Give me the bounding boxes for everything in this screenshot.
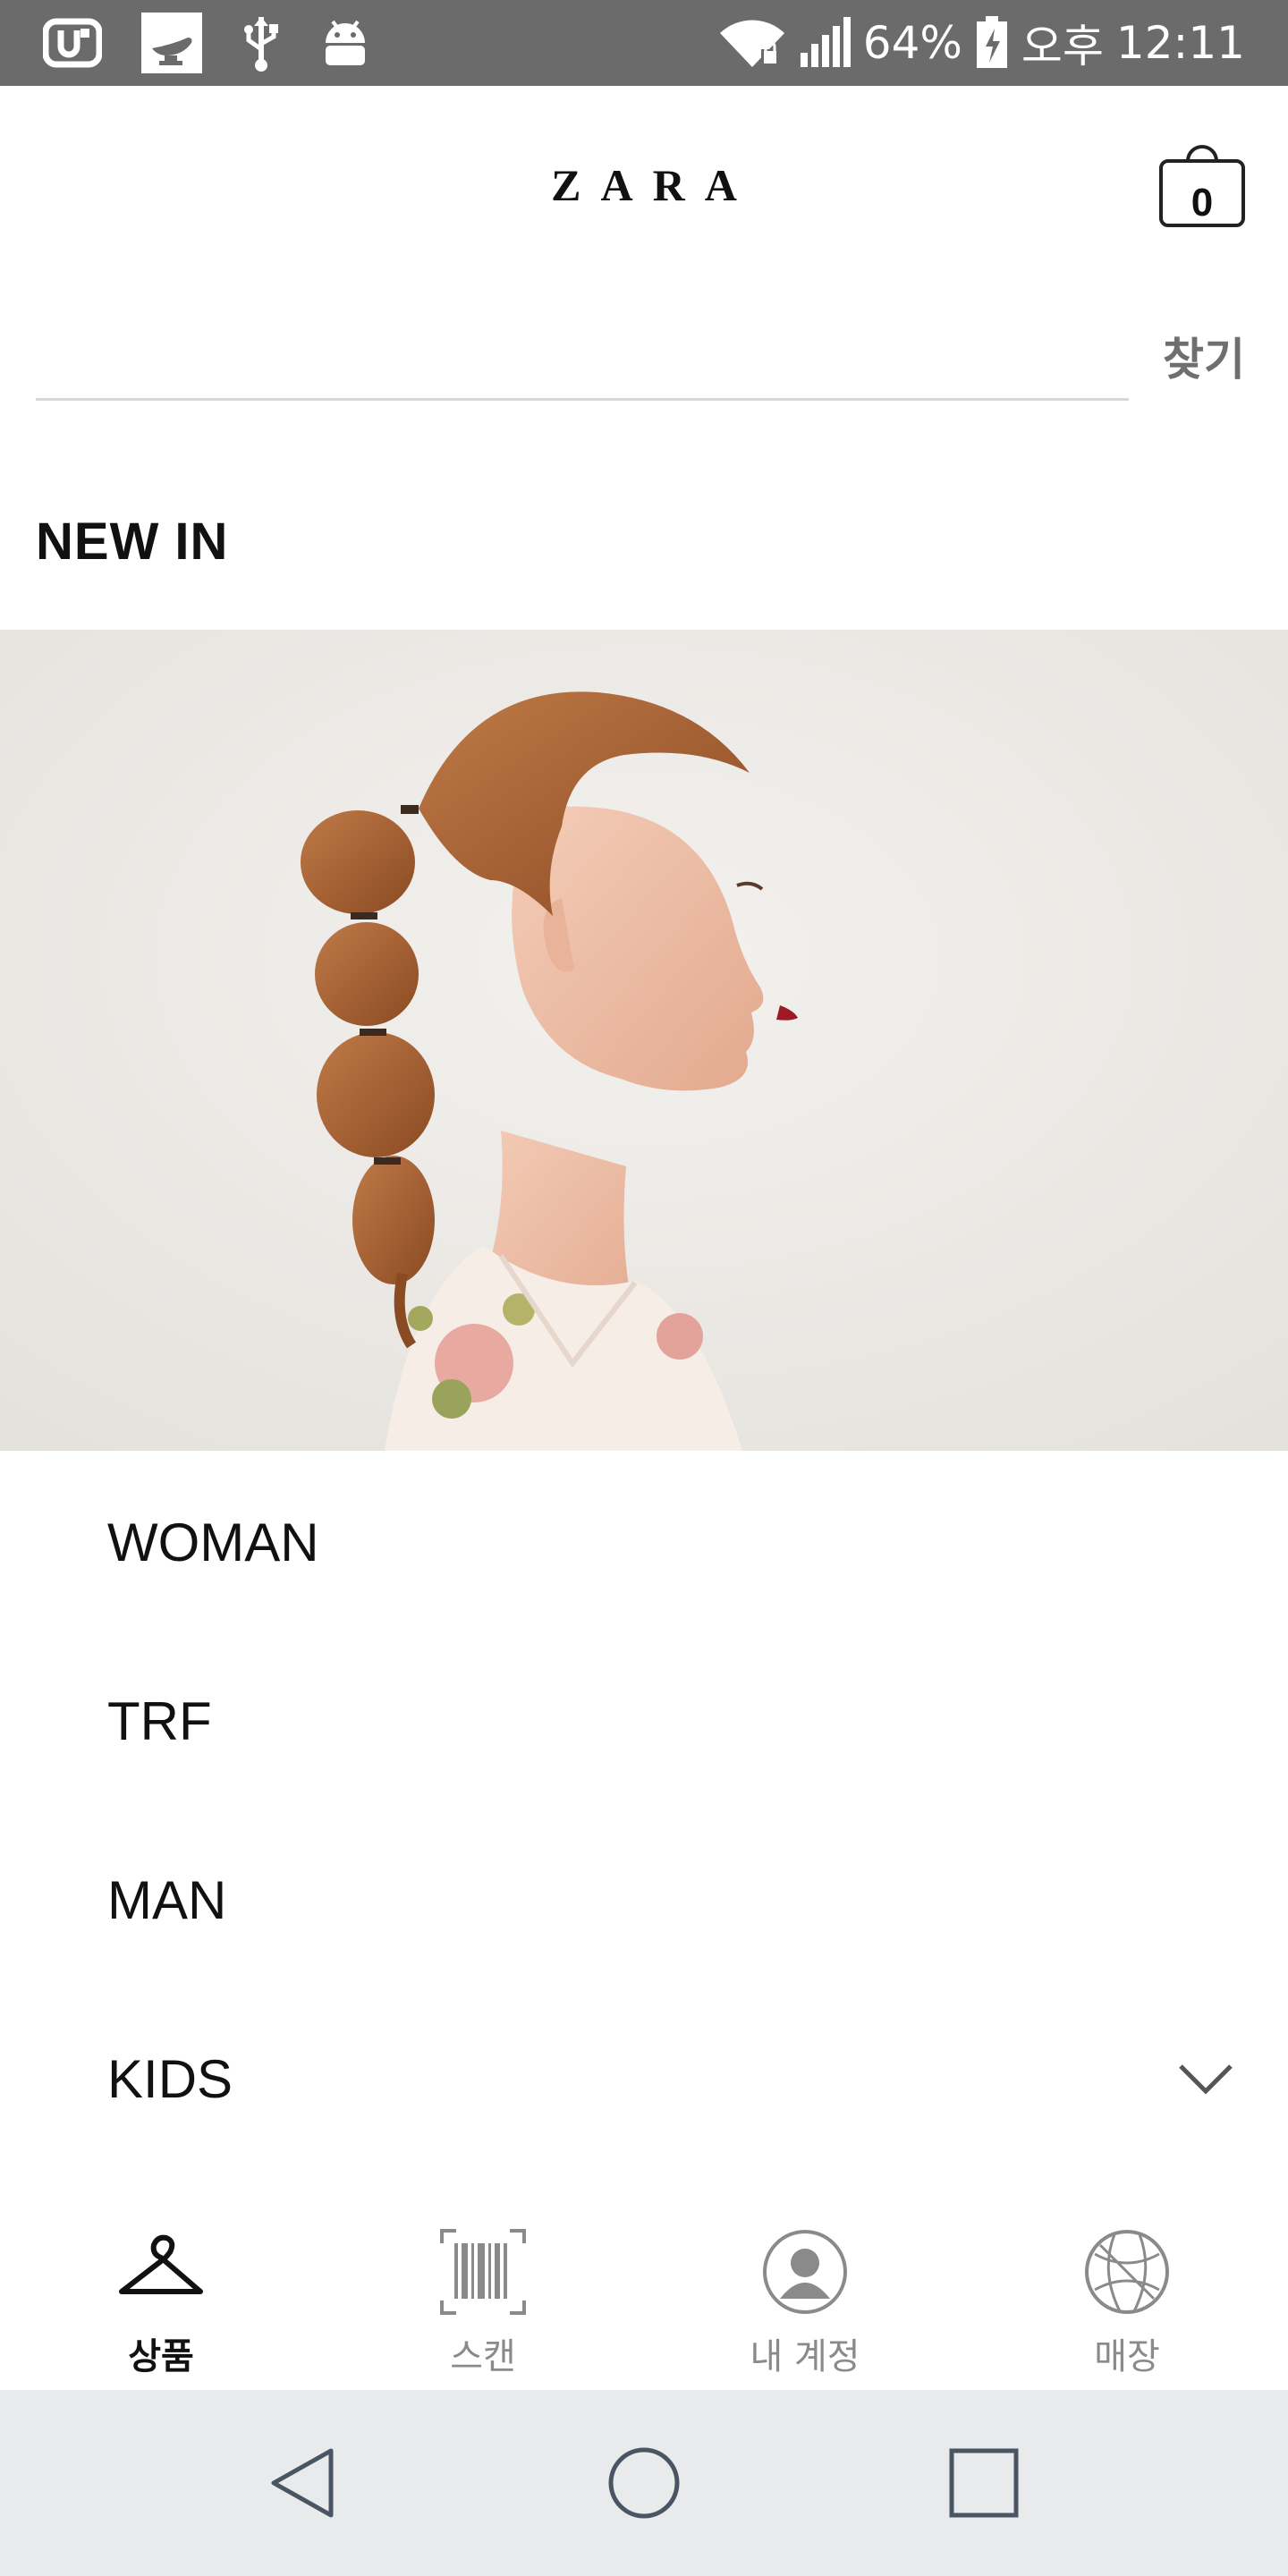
tab-account[interactable]: 내 계정 [644,2200,966,2390]
hanger-icon [116,2227,206,2317]
home-icon[interactable] [599,2438,689,2528]
tab-label: 내 계정 [750,2336,860,2377]
signal-icon [799,17,851,69]
search-input[interactable] [36,304,1129,401]
tab-scan[interactable]: 스캔 [322,2200,644,2390]
tab-label: 매장 [1094,2336,1160,2377]
status-bar: 64% 오후 12:11 [0,0,1288,86]
status-left-icons [43,13,370,73]
zara-logo[interactable]: ZARA [0,159,1288,211]
category-label: TRF [107,1690,212,1751]
barcode-scan-icon [438,2227,528,2317]
cart-button[interactable]: 0 [1157,140,1247,229]
battery-percent: 64% [862,17,962,69]
recents-icon[interactable] [939,2438,1029,2528]
globe-icon [1082,2227,1172,2317]
chevron-down-icon[interactable] [1177,1989,1234,2168]
category-kids[interactable]: KIDS [0,1989,1288,2168]
model-portrait-illustration [0,630,1288,1451]
status-right: 64% 오후 12:11 [718,11,1245,75]
tab-stores[interactable]: 매장 [966,2200,1288,2390]
account-icon [760,2227,850,2317]
system-nav-bar [0,2390,1288,2576]
search-button[interactable]: 찾기 [1163,324,1245,388]
category-label: MAN [107,1869,227,1930]
clock-ampm: 오후 [1021,21,1104,72]
tab-label: 상품 [128,2336,194,2377]
usb-icon [242,13,281,72]
category-label: WOMAN [107,1512,319,1572]
battery-charging-icon [975,16,1009,70]
genie-lamp-icon [141,13,202,73]
app-header: ZARA 0 [0,86,1288,283]
tab-products[interactable]: 상품 [0,2200,322,2390]
cart-count: 0 [1191,181,1214,225]
category-man[interactable]: MAN [0,1810,1288,1989]
u-plus-icon [43,18,102,68]
wifi-lock-icon [718,17,786,69]
tab-label: 스캔 [450,2336,516,2377]
back-icon[interactable] [259,2438,349,2528]
android-debug-icon [320,16,370,70]
category-woman[interactable]: WOMAN [0,1453,1288,1631]
section-title: NEW IN [36,513,229,571]
category-label: KIDS [107,2048,233,2109]
hero-image[interactable] [0,630,1288,1451]
category-trf[interactable]: TRF [0,1631,1288,1810]
bottom-tab-bar: 상품 스캔 내 계정 매장 [0,2200,1288,2390]
clock-time: 12:11 [1115,17,1245,69]
